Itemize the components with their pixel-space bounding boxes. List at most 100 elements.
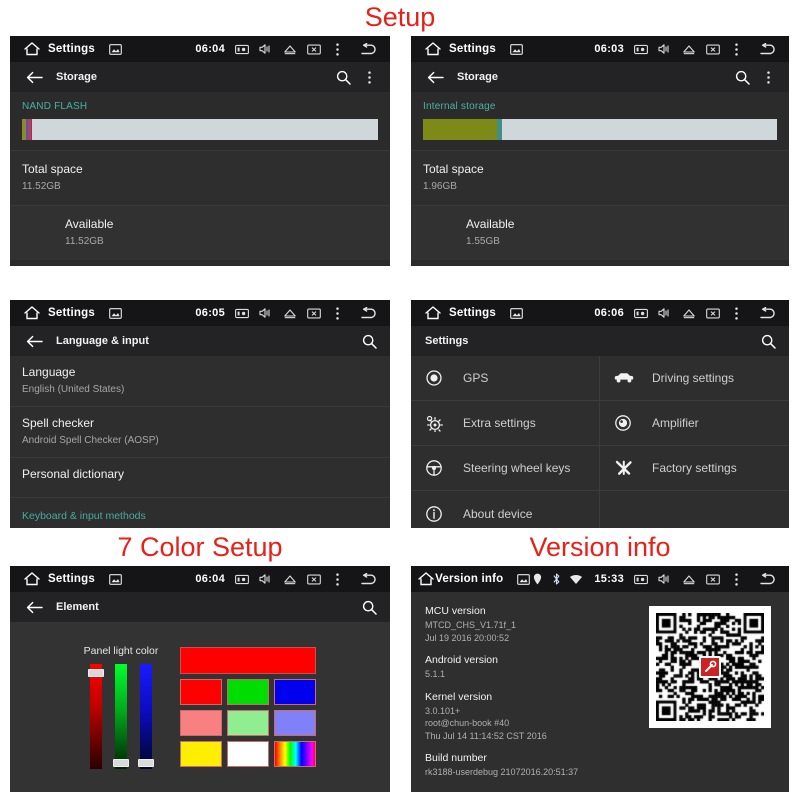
mute-speaker-icon[interactable] (258, 307, 273, 319)
storage-row-available[interactable]: Available 11.52GB (10, 205, 390, 260)
home-icon[interactable] (16, 42, 48, 56)
overflow-menu-icon[interactable] (330, 306, 345, 321)
overflow-menu-icon[interactable] (755, 70, 781, 85)
eject-icon[interactable] (681, 308, 696, 319)
arrow-left-icon[interactable] (419, 71, 451, 84)
storage-row-total[interactable]: Total space 11.52GB (10, 150, 390, 205)
sd-card-icon[interactable] (633, 574, 648, 585)
settings-grid-column-left: GPS Extra settings Steering wheel keys A… (411, 356, 600, 528)
eject-icon[interactable] (681, 574, 696, 585)
overflow-menu-icon[interactable] (729, 306, 744, 321)
mute-speaker-icon[interactable] (657, 307, 672, 319)
home-icon[interactable] (16, 306, 48, 320)
screen-off-icon[interactable] (306, 574, 321, 585)
screen-off-icon[interactable] (306, 44, 321, 55)
back-arrow-icon[interactable] (354, 42, 384, 56)
eject-icon[interactable] (681, 44, 696, 55)
picture-icon[interactable] (109, 43, 122, 55)
search-icon[interactable] (755, 334, 781, 349)
picture-icon[interactable] (517, 573, 531, 585)
home-icon[interactable] (417, 572, 435, 586)
overflow-menu-icon[interactable] (729, 42, 744, 57)
green-slider[interactable] (113, 664, 129, 769)
version-group-android: Android version 5.1.1 (425, 653, 630, 681)
eject-icon[interactable] (282, 44, 297, 55)
overflow-menu-icon[interactable] (330, 572, 345, 587)
back-arrow-icon[interactable] (354, 306, 384, 320)
back-arrow-icon[interactable] (753, 572, 783, 586)
picture-icon[interactable] (109, 307, 122, 319)
screen-off-icon[interactable] (705, 574, 720, 585)
settings-item-driving-settings[interactable]: Driving settings (600, 356, 789, 401)
overflow-menu-icon[interactable] (330, 42, 345, 57)
color-swatch[interactable] (180, 679, 223, 705)
eject-icon[interactable] (282, 308, 297, 319)
storage-row-available[interactable]: Available 1.55GB (411, 205, 789, 260)
overflow-menu-icon[interactable] (356, 70, 382, 85)
settings-item-factory-settings[interactable]: Factory settings (600, 446, 789, 491)
color-swatch[interactable] (274, 710, 317, 736)
settings-item-extra-settings[interactable]: Extra settings (411, 401, 599, 446)
eject-icon[interactable] (282, 574, 297, 585)
storage-row-total[interactable]: Total space 1.96GB (411, 150, 789, 205)
sd-card-icon[interactable] (234, 574, 249, 585)
screen-off-icon[interactable] (705, 308, 720, 319)
sd-card-icon[interactable] (234, 308, 249, 319)
storage-row-key: Total space (423, 162, 484, 176)
arrow-left-icon[interactable] (18, 335, 50, 348)
screen-off-icon[interactable] (705, 44, 720, 55)
sd-card-icon[interactable] (633, 44, 648, 55)
blue-slider-track (140, 664, 152, 769)
blue-slider-thumb[interactable] (138, 759, 154, 768)
home-icon[interactable] (16, 572, 48, 586)
settings-item-gps[interactable]: GPS (411, 356, 599, 401)
screen-off-icon[interactable] (306, 308, 321, 319)
settings-item-about-device[interactable]: About device (411, 491, 599, 528)
color-swatch[interactable] (227, 679, 270, 705)
color-swatch[interactable] (180, 741, 223, 767)
action-bar-title: Language & input (56, 335, 149, 347)
search-icon[interactable] (729, 70, 755, 85)
mute-speaker-icon[interactable] (657, 573, 672, 585)
sd-card-icon[interactable] (234, 44, 249, 55)
home-icon[interactable] (417, 42, 449, 56)
back-arrow-icon[interactable] (753, 306, 783, 320)
mute-speaker-icon[interactable] (258, 43, 273, 55)
action-bar: Storage (411, 62, 789, 92)
mute-speaker-icon[interactable] (657, 43, 672, 55)
red-slider-thumb[interactable] (88, 668, 104, 677)
search-icon[interactable] (356, 600, 382, 615)
version-group-kernel: Kernel version 3.0.101+ root@chun-book #… (425, 690, 630, 743)
status-bar: Version info 15:33 (411, 566, 789, 592)
list-item[interactable]: Spell checker Android Spell Checker (AOS… (10, 407, 390, 458)
color-swatch[interactable] (180, 710, 223, 736)
color-swatch-rainbow[interactable] (274, 741, 317, 767)
green-slider-thumb[interactable] (113, 759, 129, 768)
color-swatch[interactable] (227, 710, 270, 736)
back-arrow-icon[interactable] (753, 42, 783, 56)
settings-item-label: Steering wheel keys (463, 461, 571, 475)
panel-nand-storage: Settings 06:04 Storage NAND FLASH Total … (10, 36, 390, 266)
list-item[interactable]: Personal dictionary (10, 458, 390, 498)
settings-item-steering-wheel-keys[interactable]: Steering wheel keys (411, 446, 599, 491)
search-icon[interactable] (330, 70, 356, 85)
list-item[interactable]: Language English (United States) (10, 356, 390, 407)
back-arrow-icon[interactable] (354, 572, 384, 586)
picture-icon[interactable] (109, 573, 122, 585)
search-icon[interactable] (356, 334, 382, 349)
sd-card-icon[interactable] (633, 308, 648, 319)
arrow-left-icon[interactable] (18, 601, 50, 614)
red-slider[interactable] (88, 664, 104, 769)
status-bar: Settings 06:04 (10, 566, 390, 592)
overflow-menu-icon[interactable] (729, 572, 744, 587)
settings-item-amplifier[interactable]: Amplifier (600, 401, 789, 446)
arrow-left-icon[interactable] (18, 71, 50, 84)
color-swatch[interactable] (274, 679, 317, 705)
picture-icon[interactable] (510, 43, 523, 55)
color-swatch[interactable] (227, 741, 270, 767)
picture-icon[interactable] (510, 307, 523, 319)
home-icon[interactable] (417, 306, 449, 320)
action-bar-title: Storage (457, 71, 498, 83)
blue-slider[interactable] (138, 664, 154, 769)
mute-speaker-icon[interactable] (258, 573, 273, 585)
